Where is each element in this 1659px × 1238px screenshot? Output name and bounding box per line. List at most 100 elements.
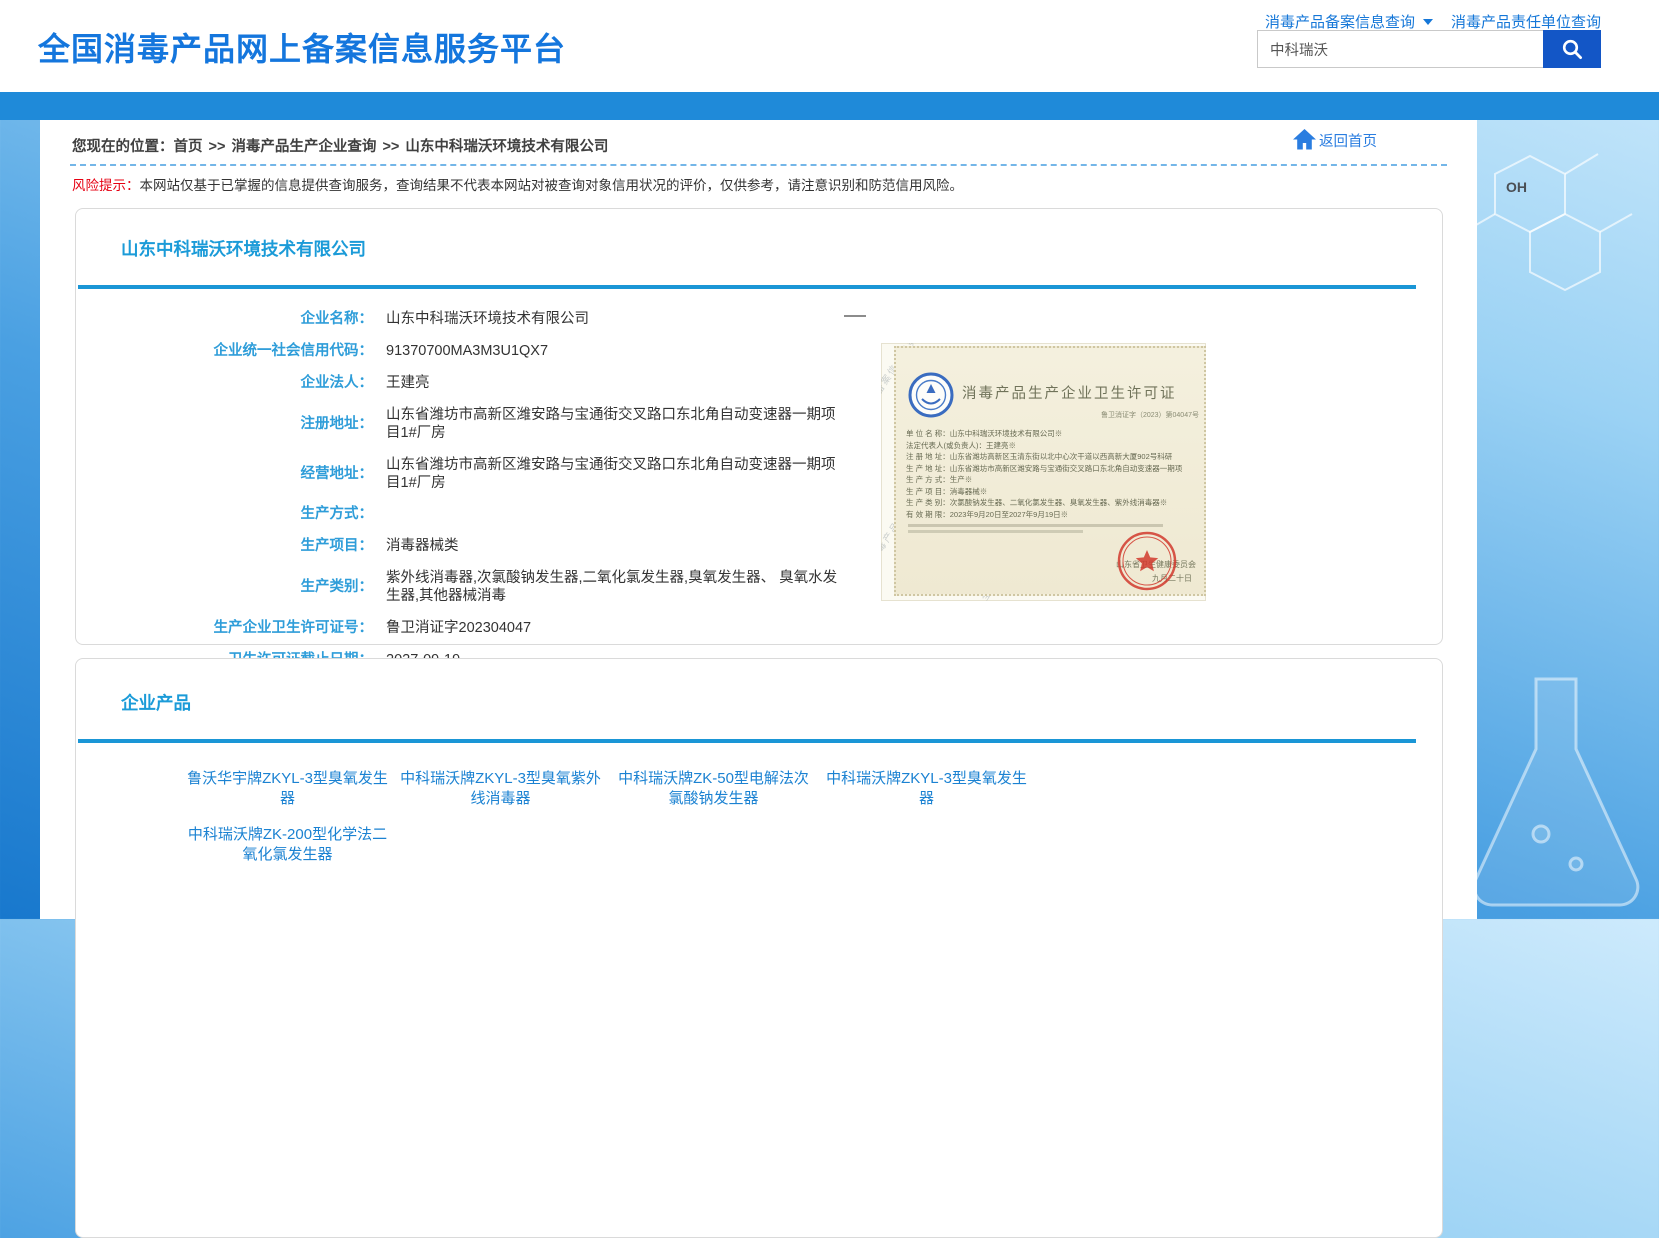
certificate-line: 注 册 地 址：山东省潍坊高新区玉清东街以北中心次干道以西高新大厦902号科研: [906, 451, 1204, 463]
molecule-decoration: OH: [1470, 126, 1645, 326]
certificate-line-label: 生 产 地 址：: [906, 464, 950, 473]
top-nav: 消毒产品备案信息查询 消毒产品责任单位查询: [1265, 11, 1601, 32]
back-home-label: 返回首页: [1319, 130, 1377, 151]
field-value: 消毒器械类: [373, 537, 848, 555]
search-button[interactable]: [1543, 30, 1601, 68]
field-row: 生产类别： 紫外线消毒器,次氯酸钠发生器,二氧化氯发生器,臭氧发生器、 臭氧水发…: [76, 562, 871, 612]
section-divider: [78, 285, 1416, 289]
field-label: 生产方式：: [76, 506, 373, 523]
certificate-footnote: [908, 524, 1163, 527]
company-fields: 企业名称： 山东中科瑞沃环境技术有限公司 企业统一社会信用代码： 9137070…: [76, 303, 871, 676]
home-icon: [1292, 128, 1317, 151]
certificate-title: 消毒产品生产企业卫生许可证: [962, 382, 1177, 403]
certificate-line-label: 有 效 期 限：: [906, 510, 950, 519]
breadcrumb-company-query[interactable]: 消毒产品生产企业查询: [231, 139, 376, 155]
field-value: 鲁卫消证字202304047: [373, 619, 848, 637]
field-value: 山东中科瑞沃环境技术有限公司: [373, 310, 848, 328]
site-header: 全国消毒产品网上备案信息服务平台 消毒产品备案信息查询 消毒产品责任单位查询: [0, 0, 1659, 92]
breadcrumb: 您现在的位置：首页 >> 消毒产品生产企业查询 >> 山东中科瑞沃环境技术有限公司: [72, 135, 608, 156]
certificate-line-value: 生产※: [950, 475, 973, 484]
field-value: 王建亮: [373, 374, 848, 392]
header-band: [0, 92, 1659, 120]
certificate-line-value: 山东省潍坊市高新区潍安路与宝通街交叉路口东北角自动变速器一期项: [950, 464, 1183, 473]
risk-label: 风险提示：: [72, 178, 140, 193]
certificate-line: 生 产 方 式：生产※: [906, 474, 1204, 486]
certificate-line-label: 单 位 名 称：: [906, 429, 950, 438]
certificate-footnote: [908, 530, 1083, 533]
field-value: 山东省潍坊市高新区潍安路与宝通街交叉路口东北角自动变速器一期项目1#厂房: [373, 456, 848, 492]
breadcrumb-current: 山东中科瑞沃环境技术有限公司: [405, 139, 608, 155]
search-input[interactable]: [1257, 30, 1543, 68]
field-label: 企业法人：: [76, 375, 373, 392]
site-title: 全国消毒产品网上备案信息服务平台: [38, 24, 566, 70]
field-row: 经营地址： 山东省潍坊市高新区潍安路与宝通街交叉路口东北角自动变速器一期项目1#…: [76, 449, 871, 499]
section-divider: [78, 739, 1416, 743]
certificate-line: 单 位 名 称：山东中科瑞沃环境技术有限公司※: [906, 428, 1204, 440]
breadcrumb-separator: >>: [209, 139, 226, 155]
nav-record-info-label: 消毒产品备案信息查询: [1265, 11, 1415, 32]
field-label: 生产项目：: [76, 538, 373, 555]
field-label: 企业统一社会信用代码：: [76, 343, 373, 360]
nav-responsible-unit-query[interactable]: 消毒产品责任单位查询: [1451, 11, 1601, 32]
certificate-line: 生 产 地 址：山东省潍坊市高新区潍安路与宝通街交叉路口东北角自动变速器一期项: [906, 463, 1204, 475]
certificate-dash: [844, 315, 866, 317]
product-link[interactable]: 中科瑞沃牌ZK-200型化学法二氧化氯发生器: [181, 825, 394, 865]
field-label: 生产类别：: [76, 579, 373, 596]
product-link[interactable]: 中科瑞沃牌ZKYL-3型臭氧发生器: [820, 769, 1033, 809]
field-label: 企业名称：: [76, 311, 373, 328]
field-label: 生产企业卫生许可证号：: [76, 620, 373, 637]
field-row: 企业法人： 王建亮: [76, 367, 871, 399]
company-info-card: 山东中科瑞沃环境技术有限公司 企业名称： 山东中科瑞沃环境技术有限公司 企业统一…: [75, 208, 1443, 645]
breadcrumb-prefix: 您现在的位置：: [72, 139, 174, 155]
certificate-number: 鲁卫消证字（2023）第04047号: [1101, 410, 1199, 420]
breadcrumb-home[interactable]: 首页: [174, 139, 203, 155]
search-bar: [1257, 30, 1601, 68]
breadcrumb-separator: >>: [382, 139, 399, 155]
certificate-line-label: 注 册 地 址：: [906, 452, 950, 461]
certificate-line-label: 生 产 类 别：: [906, 498, 950, 507]
field-row: 生产方式：: [76, 499, 871, 530]
field-label: 注册地址：: [76, 416, 373, 433]
certificate-line-value: 消毒器械※: [950, 487, 988, 496]
certificate-line-label: 法定代表人(或负责人)：: [906, 441, 986, 450]
field-row: 企业统一社会信用代码： 91370700MA3M3U1QX7: [76, 335, 871, 367]
products-card-title: 企业产品: [76, 659, 1442, 715]
certificate-line: 生 产 项 目：消毒器械※: [906, 486, 1204, 498]
certificate-line-value: 次氯酸钠发生器、二氧化氯发生器、臭氧发生器、紫外线消毒器※: [950, 498, 1168, 507]
red-seal-icon: [1116, 530, 1178, 592]
molecule-oh-label: OH: [1506, 179, 1527, 195]
product-list: 鲁沃华宇牌ZKYL-3型臭氧发生器 中科瑞沃牌ZKYL-3型臭氧紫外线消毒器 中…: [181, 769, 1442, 865]
field-value: 山东省潍坊市高新区潍安路与宝通街交叉路口东北角自动变速器一期项目1#厂房: [373, 406, 848, 442]
products-card: 企业产品 鲁沃华宇牌ZKYL-3型臭氧发生器 中科瑞沃牌ZKYL-3型臭氧紫外线…: [75, 658, 1443, 1238]
certificate-line-value: 王建亮※: [986, 441, 1016, 450]
certificate-line-value: 山东省潍坊高新区玉清东街以北中心次干道以西高新大厦902号科研: [950, 452, 1173, 461]
emblem-icon: [908, 372, 954, 418]
certificate-line-value: 山东中科瑞沃环境技术有限公司※: [950, 429, 1063, 438]
nav-record-info-query[interactable]: 消毒产品备案信息查询: [1265, 11, 1433, 32]
product-link[interactable]: 中科瑞沃牌ZK-50型电解法次氯酸钠发生器: [607, 769, 820, 809]
field-row: 生产企业卫生许可证号： 鲁卫消证字202304047: [76, 612, 871, 644]
field-value: 91370700MA3M3U1QX7: [373, 342, 848, 360]
certificate-line-label: 生 产 项 目：: [906, 487, 950, 496]
certificate-line-label: 生 产 方 式：: [906, 475, 950, 484]
product-link[interactable]: 鲁沃华宇牌ZKYL-3型臭氧发生器: [181, 769, 394, 809]
field-row: 注册地址： 山东省潍坊市高新区潍安路与宝通街交叉路口东北角自动变速器一期项目1#…: [76, 399, 871, 449]
certificate-line: 生 产 类 别：次氯酸钠发生器、二氧化氯发生器、臭氧发生器、紫外线消毒器※: [906, 497, 1204, 509]
product-link[interactable]: 中科瑞沃牌ZKYL-3型臭氧紫外线消毒器: [394, 769, 607, 809]
field-value: 紫外线消毒器,次氯酸钠发生器,二氧化氯发生器,臭氧发生器、 臭氧水发生器,其他器…: [373, 569, 848, 605]
back-home-link[interactable]: 返回首页: [1292, 128, 1377, 151]
main-panel: 您现在的位置：首页 >> 消毒产品生产企业查询 >> 山东中科瑞沃环境技术有限公司 返回…: [40, 120, 1477, 919]
company-card-title: 山东中科瑞沃环境技术有限公司: [76, 209, 1442, 261]
certificate-paper: 消毒产品生产企业卫生许可证 鲁卫消证字（2023）第04047号 单 位 名 称…: [894, 346, 1206, 596]
certificate-lines: 单 位 名 称：山东中科瑞沃环境技术有限公司※ 法定代表人(或负责人)：王建亮※…: [906, 428, 1204, 520]
certificate-line: 法定代表人(或负责人)：王建亮※: [906, 440, 1204, 452]
certificate-line: 有 效 期 限：2023年9月20日至2027年9月19日※: [906, 509, 1204, 521]
certificate-image: 全国消毒产品网上备案信息服务平台 全国消毒产品网上备案信息服务平台 全国消毒产品…: [881, 343, 1206, 601]
field-row: 生产项目： 消毒器械类: [76, 530, 871, 562]
search-icon: [1561, 38, 1583, 60]
dashed-divider: [70, 164, 1447, 166]
certificate-line-value: 2023年9月20日至2027年9月19日※: [950, 510, 1068, 519]
field-row: 企业名称： 山东中科瑞沃环境技术有限公司: [76, 303, 871, 335]
field-label: 经营地址：: [76, 466, 373, 483]
risk-notice: 风险提示：本网站仅基于已掌握的信息提供查询服务，查询结果不代表本网站对被查询对象…: [72, 174, 963, 194]
